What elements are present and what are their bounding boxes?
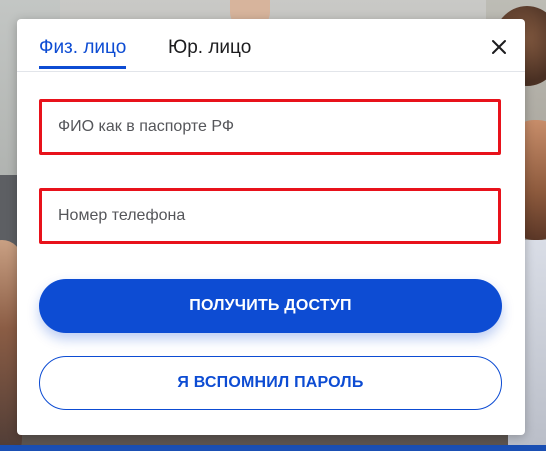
close-icon[interactable]: [489, 37, 509, 57]
bottom-accent-bar: [0, 445, 546, 451]
phone-input[interactable]: [42, 191, 498, 241]
fio-input[interactable]: [42, 102, 498, 152]
login-modal: Физ. лицо Юр. лицо ПОЛУЧИТЬ ДОСТУП Я ВСП…: [17, 19, 525, 435]
get-access-button[interactable]: ПОЛУЧИТЬ ДОСТУП: [39, 279, 502, 333]
remember-password-button[interactable]: Я ВСПОМНИЛ ПАРОЛЬ: [39, 356, 502, 410]
get-access-button-label: ПОЛУЧИТЬ ДОСТУП: [189, 297, 352, 314]
fio-field-wrapper: [39, 99, 501, 155]
tab-individual[interactable]: Физ. лицо: [39, 37, 127, 69]
user-type-tabs: Физ. лицо Юр. лицо: [17, 19, 525, 72]
tab-legal-entity[interactable]: Юр. лицо: [168, 37, 251, 59]
phone-field-wrapper: [39, 188, 501, 244]
close-icon-glyph: [492, 40, 506, 54]
remember-password-button-label: Я ВСПОМНИЛ ПАРОЛЬ: [177, 374, 364, 391]
